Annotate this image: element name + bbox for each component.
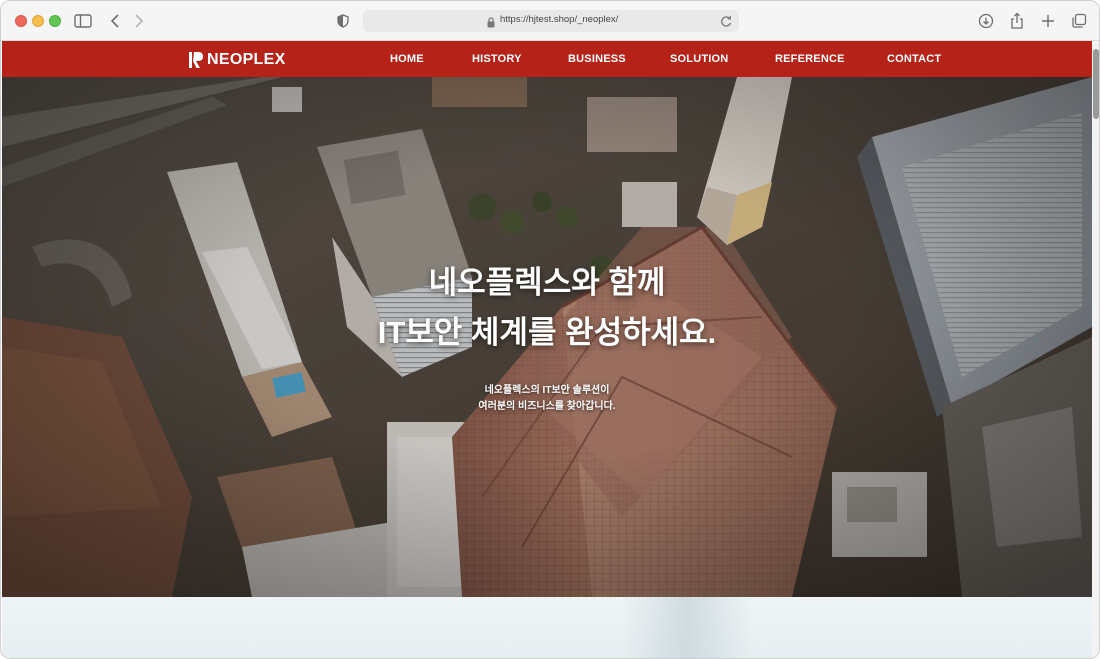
back-icon[interactable] [105,11,125,31]
reload-icon[interactable] [719,13,733,34]
hero-title-line-2: IT보안 체계를 완성하세요. [377,315,717,350]
nav-reference[interactable]: REFERENCE [775,53,845,65]
site-logo[interactable]: NEOPLEX [188,50,286,70]
hero-section: 네오플렉스와 함께 IT보안 체계를 완성하세요. 네오플렉스의 IT보안 솔루… [2,77,1092,597]
next-section-background-image [622,597,752,658]
address-url[interactable]: https://hjtest.shop/_neoplex/ [500,14,618,25]
nav-business[interactable]: BUSINESS [568,53,626,65]
next-section [2,597,1092,658]
minimize-window-button[interactable] [32,15,44,27]
browser-toolbar: https://hjtest.shop/_neoplex/ [1,1,1099,41]
hero-title-line-1: 네오플렉스와 함께 [428,265,666,300]
nav-history[interactable]: HISTORY [472,53,522,65]
close-window-button[interactable] [15,15,27,27]
browser-window: https://hjtest.shop/_neoplex/ NEOPLEX HO… [0,0,1100,659]
nav-contact[interactable]: CONTACT [887,53,941,65]
hero-subtitle-line-2: 여러분의 비즈니스를 찾아갑니다. [478,401,616,412]
hero-subtitle-line-1: 네오플렉스의 IT보안 솔루션이 [484,385,610,396]
share-icon[interactable] [1007,11,1027,31]
zoom-window-button[interactable] [49,15,61,27]
nav-solution[interactable]: SOLUTION [670,53,728,65]
nav-home[interactable]: HOME [390,53,424,65]
tabs-overview-icon[interactable] [1069,11,1089,31]
new-tab-icon[interactable] [1038,11,1058,31]
logo-text: NEOPLEX [207,51,286,68]
forward-icon[interactable] [129,11,149,31]
neoplex-logo-icon [189,52,203,68]
site-navbar: NEOPLEX HOME HISTORY BUSINESS SOLUTION R… [2,41,1092,77]
scrollbar-thumb[interactable] [1093,49,1099,119]
sidebar-icon[interactable] [73,11,93,31]
shield-icon[interactable] [333,11,353,31]
lock-icon [487,15,495,33]
page-scrollbar[interactable] [1092,41,1099,658]
download-icon[interactable] [976,11,996,31]
address-bar[interactable]: https://hjtest.shop/_neoplex/ [363,10,739,32]
